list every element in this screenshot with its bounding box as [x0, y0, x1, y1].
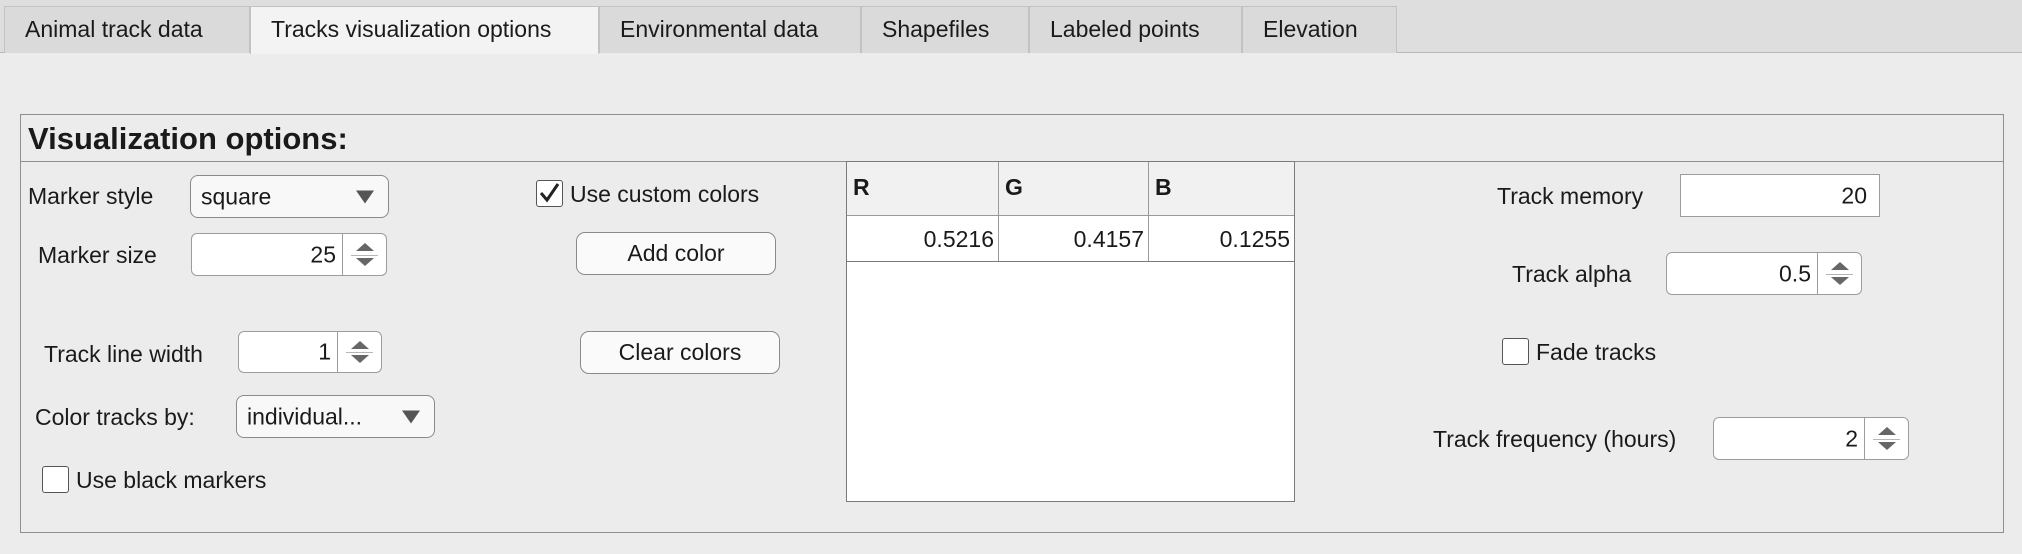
track-memory-label: Track memory: [1497, 183, 1644, 209]
use-black-markers-checkbox[interactable]: [42, 466, 69, 493]
table-cell-r[interactable]: 0.5216: [847, 216, 999, 261]
tab-environmental-data[interactable]: Environmental data: [599, 6, 861, 53]
track-frequency-label: Track frequency (hours): [1433, 426, 1677, 452]
track-alpha-spinner[interactable]: 0.5: [1666, 252, 1862, 295]
track-memory-value: 20: [1841, 182, 1867, 208]
track-alpha-value: 0.5: [1779, 260, 1811, 286]
chevron-down-icon: [356, 190, 374, 203]
increment-icon[interactable]: [1830, 262, 1849, 271]
use-black-markers-label: Use black markers: [76, 467, 267, 493]
marker-style-value: square: [201, 183, 272, 209]
track-line-width-spinner[interactable]: 1: [238, 331, 382, 373]
tab-animal-track-data[interactable]: Animal track data: [4, 6, 250, 53]
panel-title: Visualization options:: [28, 121, 348, 156]
use-custom-colors-checkbox[interactable]: [536, 180, 563, 207]
marker-style-label: Marker style: [28, 183, 154, 209]
marker-size-stepper[interactable]: [342, 234, 386, 275]
tab-elevation[interactable]: Elevation: [1242, 6, 1397, 53]
track-alpha-label: Track alpha: [1512, 261, 1632, 287]
marker-style-dropdown[interactable]: square: [190, 175, 389, 218]
fade-tracks-label: Fade tracks: [1536, 339, 1657, 365]
increment-icon[interactable]: [355, 243, 374, 252]
marker-size-value: 25: [310, 241, 336, 267]
track-memory-input[interactable]: 20: [1680, 174, 1880, 217]
tab-label: Animal track data: [25, 16, 203, 42]
fade-tracks-checkbox[interactable]: [1502, 338, 1529, 365]
track-frequency-stepper[interactable]: [1864, 418, 1908, 459]
tab-label: Tracks visualization options: [271, 16, 552, 42]
marker-size-spinner[interactable]: 25: [191, 233, 387, 276]
chevron-down-icon: [402, 410, 420, 423]
tab-shapefiles[interactable]: Shapefiles: [861, 6, 1029, 53]
tab-label: Shapefiles: [882, 16, 990, 42]
column-header-r[interactable]: R: [847, 162, 999, 216]
tab-label: Environmental data: [620, 16, 819, 42]
custom-colors-table[interactable]: R G B 0.5216 0.4157 0.1255: [846, 161, 1295, 502]
column-header-g[interactable]: G: [999, 162, 1149, 216]
increment-icon[interactable]: [1877, 427, 1896, 436]
tab-bar: Animal track data Tracks visualization o…: [0, 0, 2022, 54]
marker-size-label: Marker size: [38, 242, 157, 268]
track-alpha-stepper[interactable]: [1817, 253, 1861, 294]
color-tracks-by-dropdown[interactable]: individual...: [236, 395, 435, 438]
add-color-button[interactable]: Add color: [576, 232, 776, 275]
track-line-width-value: 1: [318, 338, 331, 365]
column-header-b[interactable]: B: [1149, 162, 1294, 216]
clear-colors-button[interactable]: Clear colors: [580, 331, 780, 374]
track-line-width-stepper[interactable]: [337, 332, 381, 372]
track-frequency-value: 2: [1845, 425, 1858, 451]
increment-icon[interactable]: [350, 340, 369, 349]
tab-labeled-points[interactable]: Labeled points: [1029, 6, 1242, 53]
decrement-icon[interactable]: [1877, 441, 1896, 450]
tab-label: Labeled points: [1050, 16, 1200, 42]
table-cell-b[interactable]: 0.1255: [1149, 216, 1294, 261]
tab-label: Elevation: [1263, 16, 1358, 42]
decrement-icon[interactable]: [1830, 276, 1849, 285]
decrement-icon[interactable]: [355, 257, 374, 266]
color-tracks-by-value: individual...: [247, 403, 363, 429]
table-cell-g[interactable]: 0.4157: [999, 216, 1149, 261]
track-frequency-spinner[interactable]: 2: [1713, 417, 1909, 460]
track-line-width-label: Track line width: [44, 341, 203, 367]
use-custom-colors-label: Use custom colors: [570, 181, 760, 207]
decrement-icon[interactable]: [350, 355, 369, 364]
color-tracks-by-label: Color tracks by:: [35, 404, 195, 430]
tab-tracks-visualization-options[interactable]: Tracks visualization options: [250, 6, 599, 54]
checkmark-icon: [539, 183, 560, 203]
